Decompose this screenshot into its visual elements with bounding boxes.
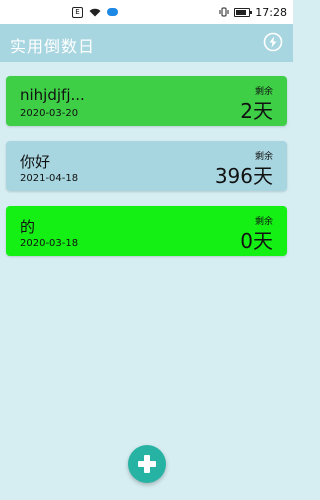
status-bar: E 17:28 [0,0,293,24]
countdown-date: 2021-04-18 [20,173,79,184]
countdown-name: 你好 [20,153,51,171]
countdown-card[interactable]: 你好 2021-04-18 剩余 396天 [6,141,287,191]
sort-icon[interactable] [263,32,283,52]
countdown-card[interactable]: nihjdjfj... 2020-03-20 剩余 2天 [6,76,287,126]
wifi-icon [89,8,101,16]
countdown-date: 2020-03-20 [20,108,79,119]
app-title: 实用倒数日 [10,37,96,56]
plus-icon [138,455,156,473]
countdown-date: 2020-03-18 [20,238,79,249]
battery-icon [234,7,253,17]
cloud-icon [107,8,118,16]
countdown-name: 的 [20,218,36,236]
vibrate-icon [219,7,229,17]
app-bar: 实用倒数日 [0,24,293,62]
countdown-card[interactable]: 的 2020-03-18 剩余 0天 [6,206,287,256]
status-left-icons: E [72,6,118,18]
countdown-days: 396天 [214,164,273,188]
status-right-icons: 17:28 [219,5,287,19]
status-time: 17:28 [255,5,287,19]
countdown-days: 0天 [240,229,273,253]
battery-fill [236,9,247,15]
add-countdown-button[interactable] [128,445,166,483]
countdown-days: 2天 [240,99,273,123]
notification-icon: E [72,6,83,18]
countdown-name: nihjdjfj... [20,86,85,104]
